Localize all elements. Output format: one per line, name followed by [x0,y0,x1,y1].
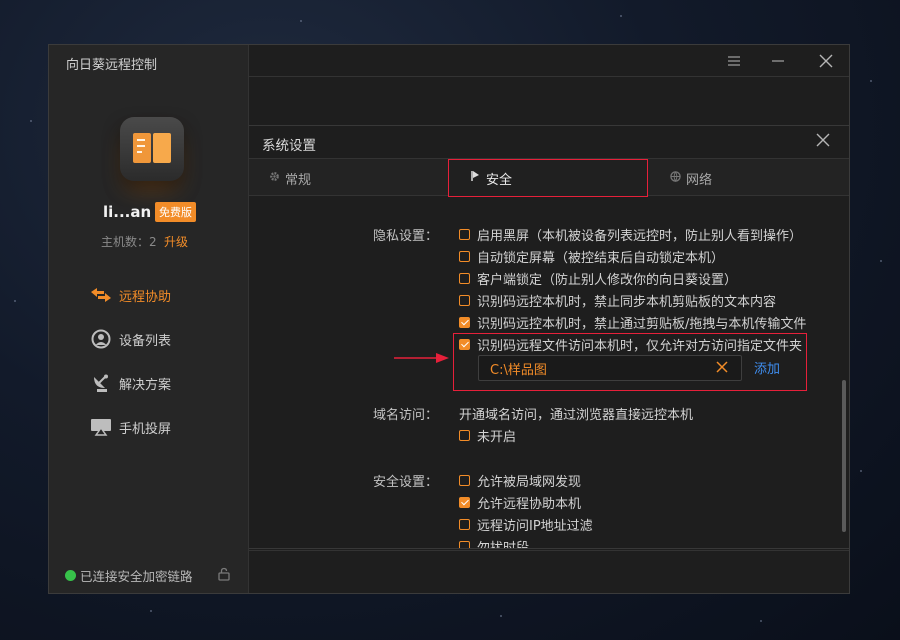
domain-access-description: 开通域名访问，通过浏览器直接远控本机 [459,408,694,423]
safety-option-ip-filter[interactable]: 远程访问IP地址过滤 [459,515,593,534]
checkbox[interactable] [459,251,470,262]
sidebar: 向日葵远程控制 li...an 免费版 主机数：2 升级 远程协助 设备列表 解… [49,45,249,593]
host-count: 主机数：2 [101,235,157,249]
globe-icon [670,170,681,186]
safety-settings-label: 安全设置： [373,475,439,490]
gear-icon [269,171,280,186]
checkbox[interactable] [459,295,470,306]
scrollbar-thumb[interactable] [842,380,846,532]
remote-assist-icon [89,285,113,305]
privacy-option-clipboard-text[interactable]: 识别码远控本机时，禁止同步本机剪贴板的文本内容 [459,291,776,310]
checkbox[interactable] [459,475,470,486]
username: li...an [103,203,152,221]
safety-option-lan-discover[interactable]: 允许被局域网发现 [459,471,581,490]
domain-access-label: 域名访问： [373,408,439,423]
tab-security[interactable]: 安全 [448,159,648,197]
app-logo-icon [120,117,184,181]
app-window: 向日葵远程控制 li...an 免费版 主机数：2 升级 远程协助 设备列表 解… [48,44,850,594]
title-bar [249,45,849,77]
checkbox-checked[interactable] [459,497,470,508]
bottom-bar [249,550,849,593]
settings-tabs: 常规 安全 网络 [249,158,849,197]
sidebar-item-label: 解决方案 [119,377,172,393]
upgrade-link[interactable]: 升级 [164,233,188,250]
checkbox-checked[interactable] [459,317,470,328]
privacy-option-auto-lock[interactable]: 自动锁定屏幕（被控结束后自动锁定本机） [459,247,724,266]
lock-icon[interactable] [217,567,231,585]
sidebar-item-label: 设备列表 [119,333,172,349]
satellite-dish-icon [89,373,113,393]
security-settings-panel: 隐私设置： 启用黑屏（本机被设备列表远控时，防止别人看到操作） 自动锁定屏幕（被… [249,197,849,548]
settings-dialog: 系统设置 常规 安全 网络 隐私设置： 启用黑屏（本机被设备列表远控时，防止别人… [249,125,849,549]
device-list-icon [89,329,113,349]
flag-icon [471,170,481,186]
minimize-icon[interactable] [768,51,788,71]
privacy-option-client-lock[interactable]: 客户端锁定（防止别人修改你的向日葵设置） [459,269,737,288]
sidebar-item-label: 手机投屏 [119,421,172,437]
clear-folder-icon[interactable] [716,361,730,375]
checkbox[interactable] [459,541,470,548]
tab-label: 常规 [285,172,312,188]
privacy-option-clipboard-file[interactable]: 识别码远控本机时，禁止通过剪贴板/拖拽与本机传输文件 [459,313,806,332]
safety-option-allow-assist[interactable]: 允许远程协助本机 [459,493,581,512]
connection-status-text: 已连接安全加密链路 [80,569,193,584]
privacy-settings-label: 隐私设置： [373,229,439,244]
checkbox[interactable] [459,229,470,240]
menu-icon[interactable] [724,51,744,71]
sidebar-item-solutions[interactable]: 解决方案 [89,371,171,395]
tab-label: 安全 [486,172,513,188]
checkbox[interactable] [459,430,470,441]
privacy-option-blackscreen[interactable]: 启用黑屏（本机被设备列表远控时，防止别人看到操作） [459,225,802,244]
sidebar-item-device-list[interactable]: 设备列表 [89,327,171,351]
folder-path-input[interactable]: C:\样品图 [478,355,742,381]
close-icon[interactable] [816,51,836,71]
plan-badge[interactable]: 免费版 [155,202,196,222]
dialog-title: 系统设置 [262,138,316,154]
checkbox-checked[interactable] [459,339,470,350]
app-title: 向日葵远程控制 [66,58,158,73]
tab-general[interactable]: 常规 [269,159,311,197]
sidebar-item-label: 远程协助 [119,289,172,305]
dialog-close-icon[interactable] [816,133,834,151]
checkbox[interactable] [459,519,470,530]
status-ok-icon [65,570,76,581]
safety-option-dnd[interactable]: 勿扰时段 [459,537,529,548]
sidebar-item-remote-assist[interactable]: 远程协助 [89,283,171,307]
connection-status: 已连接安全加密链路 [65,566,193,585]
privacy-option-folder-restrict[interactable]: 识别码远程文件访问本机时，仅允许对方访问指定文件夹 [459,335,802,354]
annotation-arrow-icon [394,351,450,369]
sidebar-item-screen-cast[interactable]: 手机投屏 [89,415,171,439]
add-folder-button[interactable]: 添加 [754,358,780,377]
checkbox[interactable] [459,273,470,284]
screen-cast-icon [89,417,113,437]
tab-label: 网络 [686,172,713,188]
domain-access-option[interactable]: 未开启 [459,426,516,445]
tab-network[interactable]: 网络 [670,159,712,197]
